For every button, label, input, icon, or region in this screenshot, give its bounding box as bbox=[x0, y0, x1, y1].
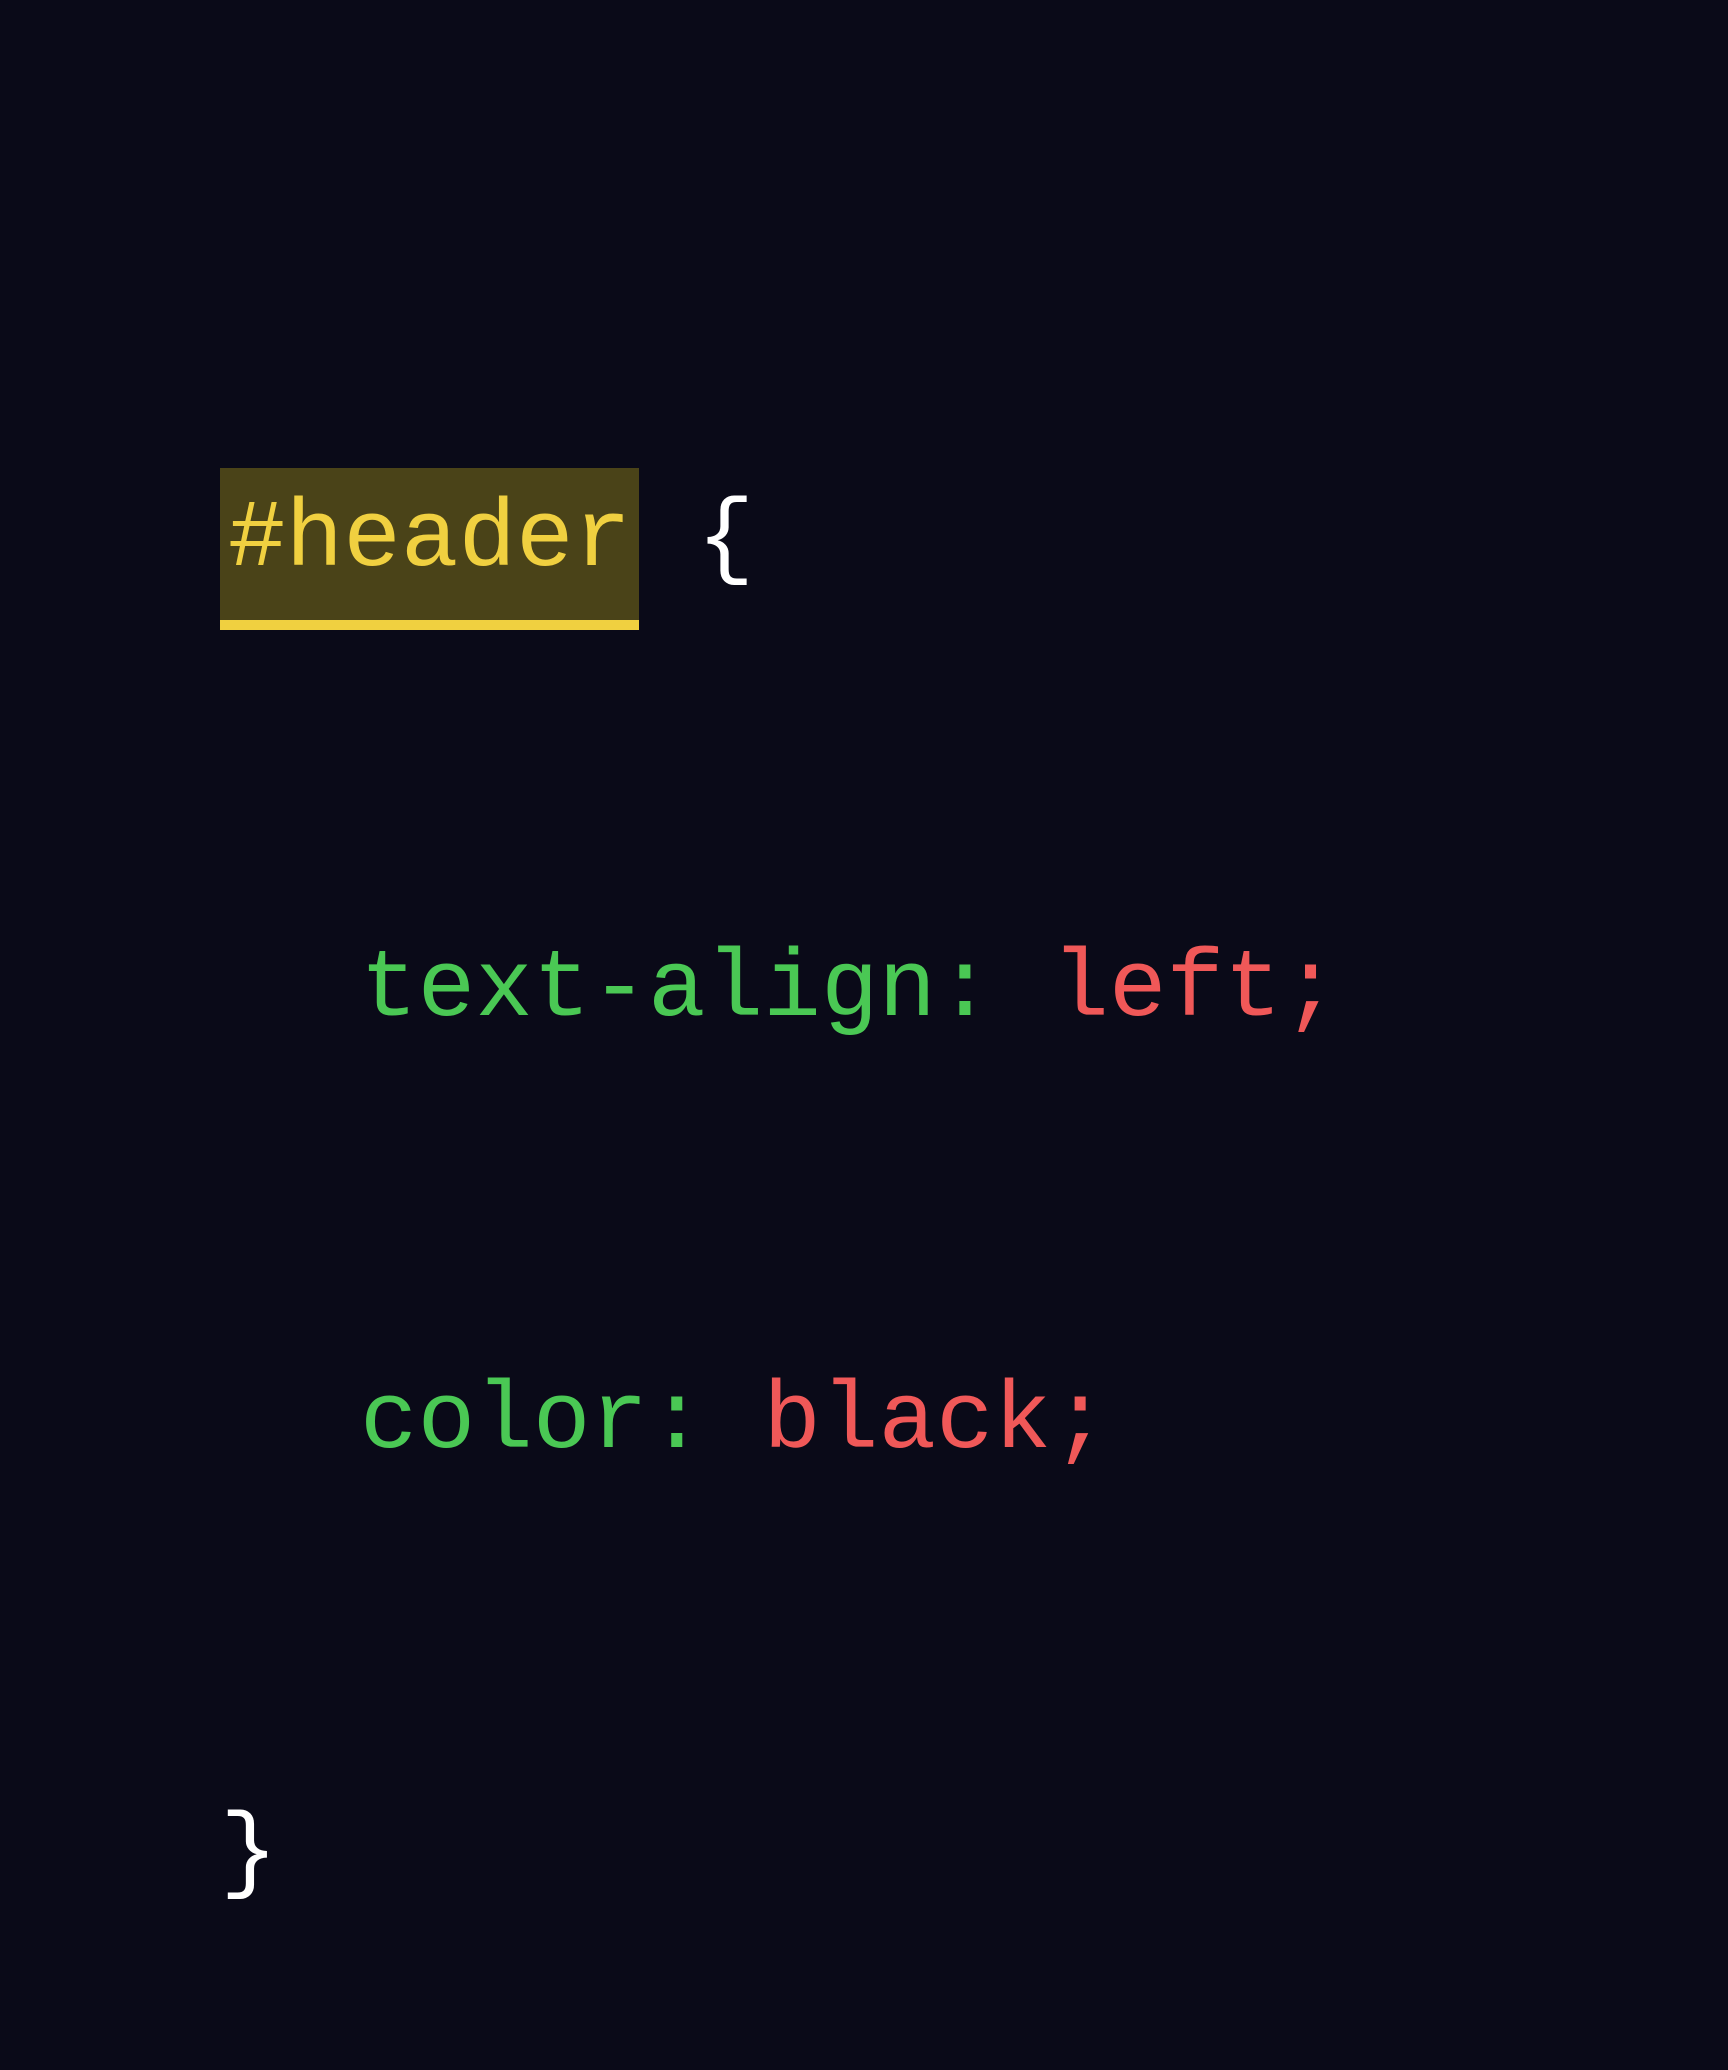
colon: : bbox=[648, 1367, 763, 1476]
colon: : bbox=[936, 935, 1051, 1044]
semicolon: ; bbox=[1282, 935, 1340, 1044]
semicolon: ; bbox=[1051, 1367, 1109, 1476]
declaration-line-2[interactable]: color: black; bbox=[220, 1350, 1508, 1494]
property-value: black bbox=[763, 1367, 1051, 1476]
close-brace: } bbox=[220, 1799, 278, 1908]
property-value: left bbox=[1051, 935, 1281, 1044]
property-name: text-align bbox=[360, 935, 936, 1044]
close-brace-line[interactable]: } bbox=[220, 1782, 1508, 1926]
css-code-block[interactable]: #header { text-align: left; color: black… bbox=[220, 180, 1508, 2070]
declaration-line-1[interactable]: text-align: left; bbox=[220, 918, 1508, 1062]
selector-line[interactable]: #header { bbox=[220, 468, 1508, 630]
property-name: color bbox=[360, 1367, 648, 1476]
open-brace: { bbox=[639, 485, 754, 594]
css-selector[interactable]: #header bbox=[220, 468, 639, 630]
